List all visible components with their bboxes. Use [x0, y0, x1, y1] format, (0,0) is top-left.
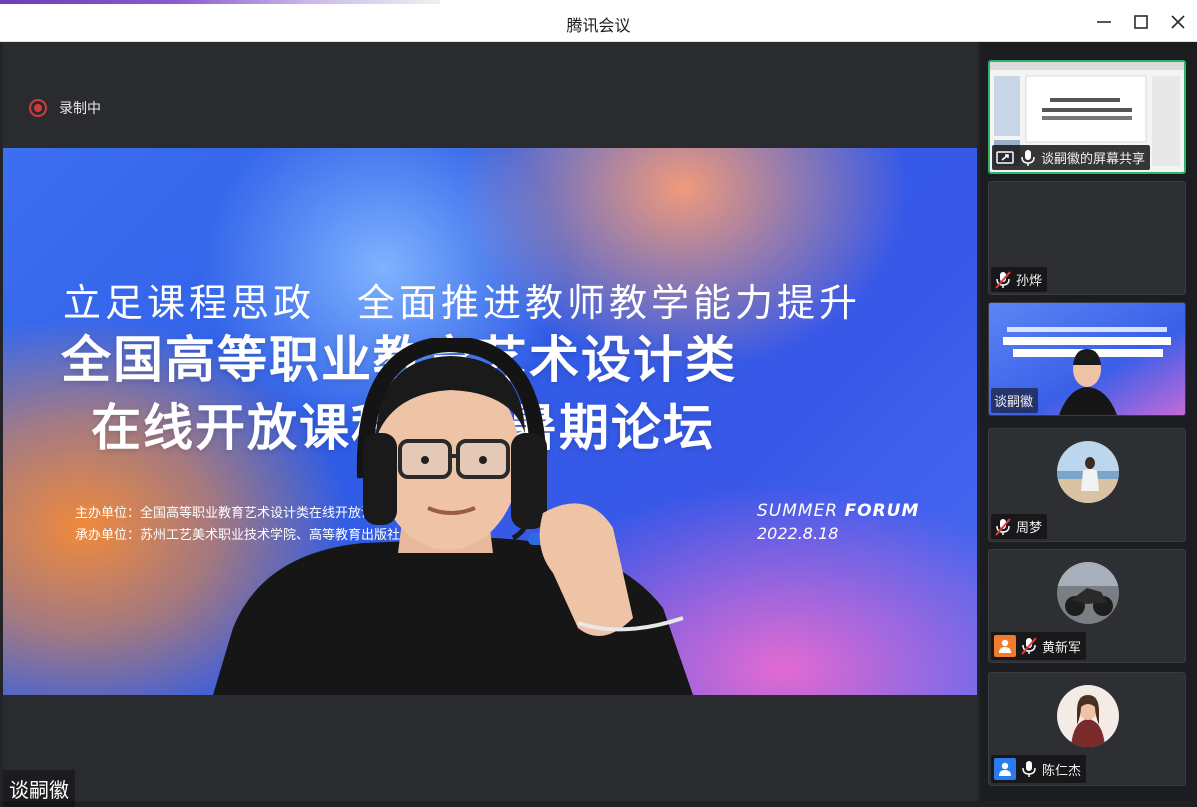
participant-tile-zhoumeng[interactable]: 周梦	[988, 428, 1186, 542]
forum-word-forum: FORUM	[844, 501, 920, 521]
participant-tile-sunye[interactable]: 孙烨	[988, 181, 1186, 295]
slide-forum-label: SUMMER FORUM	[757, 501, 919, 521]
user-badge-icon	[994, 758, 1016, 780]
window-title: 腾讯会议	[566, 16, 631, 35]
active-speaker-name: 谈嗣徽	[3, 770, 75, 807]
mic-muted-icon	[994, 270, 1012, 289]
shared-video[interactable]: 立足课程思政 全面推进教师教学能力提升 全国高等职业教育艺术设计类 在线开放课程…	[3, 148, 977, 695]
minimize-button[interactable]	[1092, 10, 1116, 34]
main-stage[interactable]: 录制中 立足课程思政 全面推进教师教学能力提升 全国高等职业教育艺术设计类 在线…	[3, 42, 977, 807]
title-bar: 腾讯会议	[0, 0, 1197, 42]
minimize-icon	[1097, 21, 1111, 23]
participant-tile-chenrenjie[interactable]: 陈仁杰	[988, 672, 1186, 786]
participant-avatar	[1057, 685, 1119, 747]
participant-tile-screen-share[interactable]: 谈嗣徽的屏幕共享	[988, 60, 1186, 174]
tile-label: 黄新军	[991, 632, 1087, 660]
mic-on-icon	[1020, 760, 1038, 778]
participant-sidebar[interactable]: 谈嗣徽的屏幕共享 孙烨 谈嗣徽 周梦 黄新军 陈仁杰	[980, 42, 1197, 801]
meeting-window: 腾讯会议 录制中 立足课程思政 全面推进教师教学能力提升 全国高等职业教育艺术设…	[0, 0, 1197, 807]
maximize-button[interactable]	[1129, 10, 1153, 34]
participant-name: 黄新军	[1042, 640, 1082, 656]
background-window-strip	[0, 0, 440, 4]
participant-tile-tansihui[interactable]: 谈嗣徽	[988, 302, 1186, 416]
recording-indicator[interactable]: 录制中	[29, 98, 101, 118]
maximize-icon	[1134, 15, 1148, 29]
slide-subtitle: 立足课程思政 全面推进教师教学能力提升	[63, 281, 862, 325]
tile-label: 孙烨	[991, 267, 1048, 292]
participant-name: 周梦	[1016, 521, 1043, 536]
participant-tile-huangxinjun[interactable]: 黄新军	[988, 549, 1186, 663]
participant-name: 谈嗣徽	[994, 395, 1034, 410]
slide-date: 2022.8.18	[757, 524, 839, 543]
screen-share-icon	[995, 149, 1015, 167]
participant-name: 陈仁杰	[1042, 763, 1082, 779]
mic-muted-icon	[994, 517, 1012, 536]
tile-label: 陈仁杰	[991, 755, 1087, 783]
tile-label: 谈嗣徽	[991, 388, 1039, 413]
participant-name: 谈嗣徽的屏幕共享	[1041, 152, 1146, 167]
mic-muted-icon	[1020, 637, 1038, 655]
participant-avatar	[1057, 441, 1119, 503]
participant-name: 孙烨	[1016, 274, 1043, 289]
record-icon	[29, 99, 47, 117]
tile-label: 谈嗣徽的屏幕共享	[992, 145, 1151, 170]
mic-on-icon	[1019, 149, 1037, 167]
forum-word-summer: SUMMER	[757, 501, 839, 521]
user-badge-icon	[994, 635, 1016, 657]
close-icon	[1171, 15, 1185, 29]
tile-label: 周梦	[991, 514, 1048, 539]
recording-label: 录制中	[59, 101, 101, 117]
participant-avatar	[1057, 562, 1119, 624]
close-button[interactable]	[1166, 10, 1190, 34]
presenter-figure	[213, 338, 693, 695]
